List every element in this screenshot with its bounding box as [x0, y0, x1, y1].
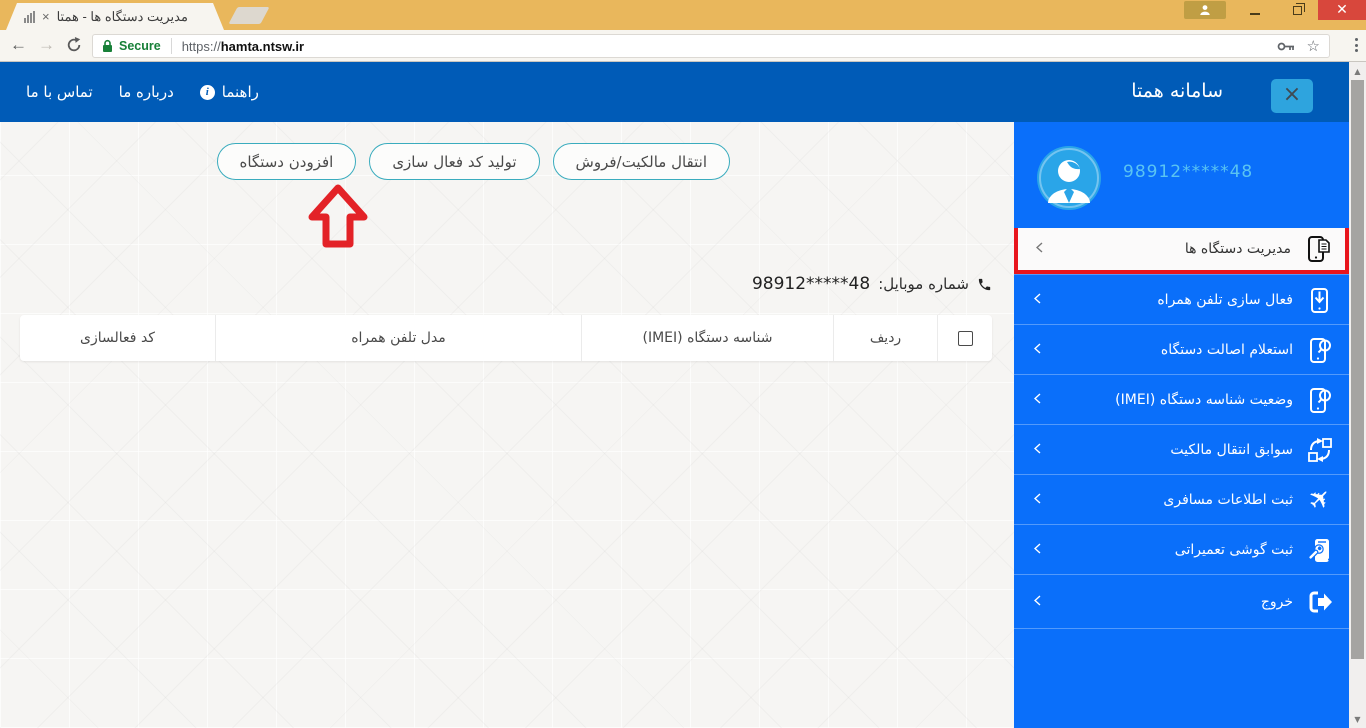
- sidebar-item-label: فعال سازی تلفن همراه: [1157, 291, 1293, 308]
- sidebar-item-repair-registration[interactable]: ثبت گوشی تعمیراتی: [1014, 524, 1349, 574]
- phone-download-icon: [1305, 285, 1335, 315]
- browser-menu-icon[interactable]: [1355, 38, 1358, 52]
- add-device-button[interactable]: افزودن دستگاه: [216, 143, 357, 180]
- site-favicon-icon: [24, 11, 35, 23]
- scrollbar-thumb[interactable]: [1351, 80, 1364, 659]
- forward-button[interactable]: →: [38, 35, 55, 55]
- window-close-icon: ✕: [1336, 2, 1348, 18]
- user-phone-number: 98912*****48: [1123, 162, 1254, 182]
- phone-icon: [978, 278, 991, 290]
- nav-help[interactable]: راهنما i: [199, 83, 259, 101]
- sidebar-item-logout[interactable]: خروج: [1014, 574, 1349, 629]
- chevron-left-icon: [1033, 292, 1041, 308]
- sidebar-item-ownership-history[interactable]: سوابق انتقال مالکیت: [1014, 424, 1349, 474]
- sidebar-item-label: مدیریت دستگاه ها: [1184, 241, 1291, 257]
- sidebar-item-phone-activation[interactable]: فعال سازی تلفن همراه: [1014, 274, 1349, 324]
- sidebar-item-label: سوابق انتقال مالکیت: [1170, 441, 1293, 458]
- transfer-ownership-button[interactable]: انتقال مالکیت/فروش: [552, 143, 730, 180]
- url-text: https://hamta.ntsw.ir: [181, 38, 305, 54]
- scroll-down-icon[interactable]: ▼: [1349, 711, 1366, 727]
- scroll-up-icon[interactable]: ▲: [1349, 63, 1366, 79]
- sidebar-user-block: 98912*****48: [1014, 122, 1349, 228]
- annotation-arrow-icon: [308, 183, 368, 253]
- screen: × مدیریت دستگاه ها - همتا ✕ ← → Secure h: [0, 0, 1366, 728]
- phone-search-icon: [1305, 335, 1335, 365]
- sim-phone-icon: [1303, 234, 1333, 264]
- new-tab-button[interactable]: [228, 7, 270, 24]
- select-all-cell: [937, 315, 992, 361]
- nav-contact-us[interactable]: تماس با ما: [26, 83, 93, 101]
- device-table-header: ردیف شناسه دستگاه (IMEI) مدل تلفن همراه …: [20, 315, 992, 361]
- mobile-number-value: 98912*****48: [751, 274, 871, 294]
- column-header-activation-code: کد فعالسازی: [80, 330, 155, 346]
- mobile-number-label: شماره موبایل:: [878, 275, 969, 293]
- app-nav: تماس با ما درباره ما راهنما i: [26, 62, 259, 122]
- sidebar-item-label: خروج: [1260, 593, 1293, 610]
- chevron-left-icon: [1033, 594, 1041, 610]
- sidebar-item-label: استعلام اصالت دستگاه: [1160, 341, 1293, 358]
- avatar: [1037, 146, 1101, 210]
- info-icon: i: [199, 84, 215, 100]
- restore-icon: [1292, 2, 1305, 15]
- window-controls: ✕: [1184, 0, 1366, 20]
- app-header: تماس با ما درباره ما راهنما i سامانه همتا…: [0, 62, 1349, 122]
- select-all-checkbox[interactable]: [957, 330, 973, 346]
- sidebar-close-button[interactable]: ×: [1271, 79, 1313, 113]
- browser-profile-icon[interactable]: [1184, 1, 1226, 19]
- secure-label: Secure: [119, 39, 161, 53]
- chevron-left-icon: [1033, 542, 1041, 558]
- bookmark-star-icon[interactable]: ☆: [1307, 39, 1320, 54]
- sidebar-item-device-management[interactable]: مدیریت دستگاه ها: [1014, 228, 1349, 274]
- sidebar-menu: مدیریت دستگاه ها فعال سازی تلفن همراه اس…: [1014, 228, 1349, 629]
- column-header-model: مدل تلفن همراه: [215, 315, 581, 361]
- phone-search-icon: [1305, 385, 1335, 415]
- browser-tab[interactable]: × مدیریت دستگاه ها - همتا: [6, 3, 224, 30]
- sidebar-item-traveler-info[interactable]: ✈ ثبت اطلاعات مسافری: [1014, 474, 1349, 524]
- nav-about-us[interactable]: درباره ما: [119, 83, 174, 101]
- sidebar-item-authenticity-inquiry[interactable]: استعلام اصالت دستگاه: [1014, 324, 1349, 374]
- mobile-number-line: شماره موبایل: 98912*****48: [752, 274, 992, 294]
- main-content: انتقال مالکیت/فروش تولید کد فعال سازی اف…: [0, 122, 1014, 728]
- restore-button[interactable]: [1276, 0, 1318, 20]
- app-brand-title: سامانه همتا: [1131, 80, 1223, 102]
- column-header-row: ردیف: [833, 315, 937, 361]
- chevron-left-icon: [1033, 442, 1041, 458]
- tab-title: مدیریت دستگاه ها - همتا: [56, 8, 188, 24]
- chevron-left-icon: [1035, 241, 1043, 257]
- transfer-icon: [1305, 435, 1335, 465]
- minimize-icon: [1250, 12, 1260, 15]
- secure-lock-icon: [103, 39, 112, 52]
- close-icon: ×: [1282, 82, 1302, 107]
- sidebar: 98912*****48 مدیریت دستگاه ها فعال سازی …: [1014, 122, 1349, 728]
- browser-toolbar: ← → Secure https://hamta.ntsw.ir ☆: [0, 30, 1366, 62]
- chevron-left-icon: [1033, 492, 1041, 508]
- sidebar-item-imei-status[interactable]: وضعیت شناسه دستگاه (IMEI): [1014, 374, 1349, 424]
- page-scrollbar[interactable]: ▲ ▼: [1349, 62, 1366, 728]
- sidebar-item-label: ثبت اطلاعات مسافری: [1163, 491, 1293, 508]
- action-buttons: انتقال مالکیت/فروش تولید کد فعال سازی اف…: [216, 143, 730, 180]
- sidebar-item-label: ثبت گوشی تعمیراتی: [1174, 541, 1293, 558]
- phone-repair-icon: [1305, 535, 1335, 565]
- sidebar-item-label: وضعیت شناسه دستگاه (IMEI): [1115, 391, 1293, 408]
- browser-titlebar: × مدیریت دستگاه ها - همتا ✕: [0, 0, 1366, 30]
- tab-close-icon[interactable]: ×: [42, 10, 50, 23]
- chevron-left-icon: [1033, 392, 1041, 408]
- reload-button[interactable]: [66, 37, 82, 58]
- chevron-left-icon: [1033, 342, 1041, 358]
- airplane-icon: ✈: [1301, 480, 1339, 519]
- address-bar[interactable]: Secure https://hamta.ntsw.ir ☆: [92, 34, 1330, 58]
- column-header-imei: شناسه دستگاه (IMEI): [581, 315, 833, 361]
- window-close-button[interactable]: ✕: [1318, 0, 1366, 20]
- password-key-icon[interactable]: [1277, 41, 1295, 52]
- omnibox-divider: [170, 38, 172, 54]
- generate-activation-code-button[interactable]: تولید کد فعال سازی: [369, 143, 540, 180]
- back-button[interactable]: ←: [10, 35, 27, 55]
- minimize-button[interactable]: [1234, 0, 1276, 20]
- logout-icon: [1305, 587, 1335, 617]
